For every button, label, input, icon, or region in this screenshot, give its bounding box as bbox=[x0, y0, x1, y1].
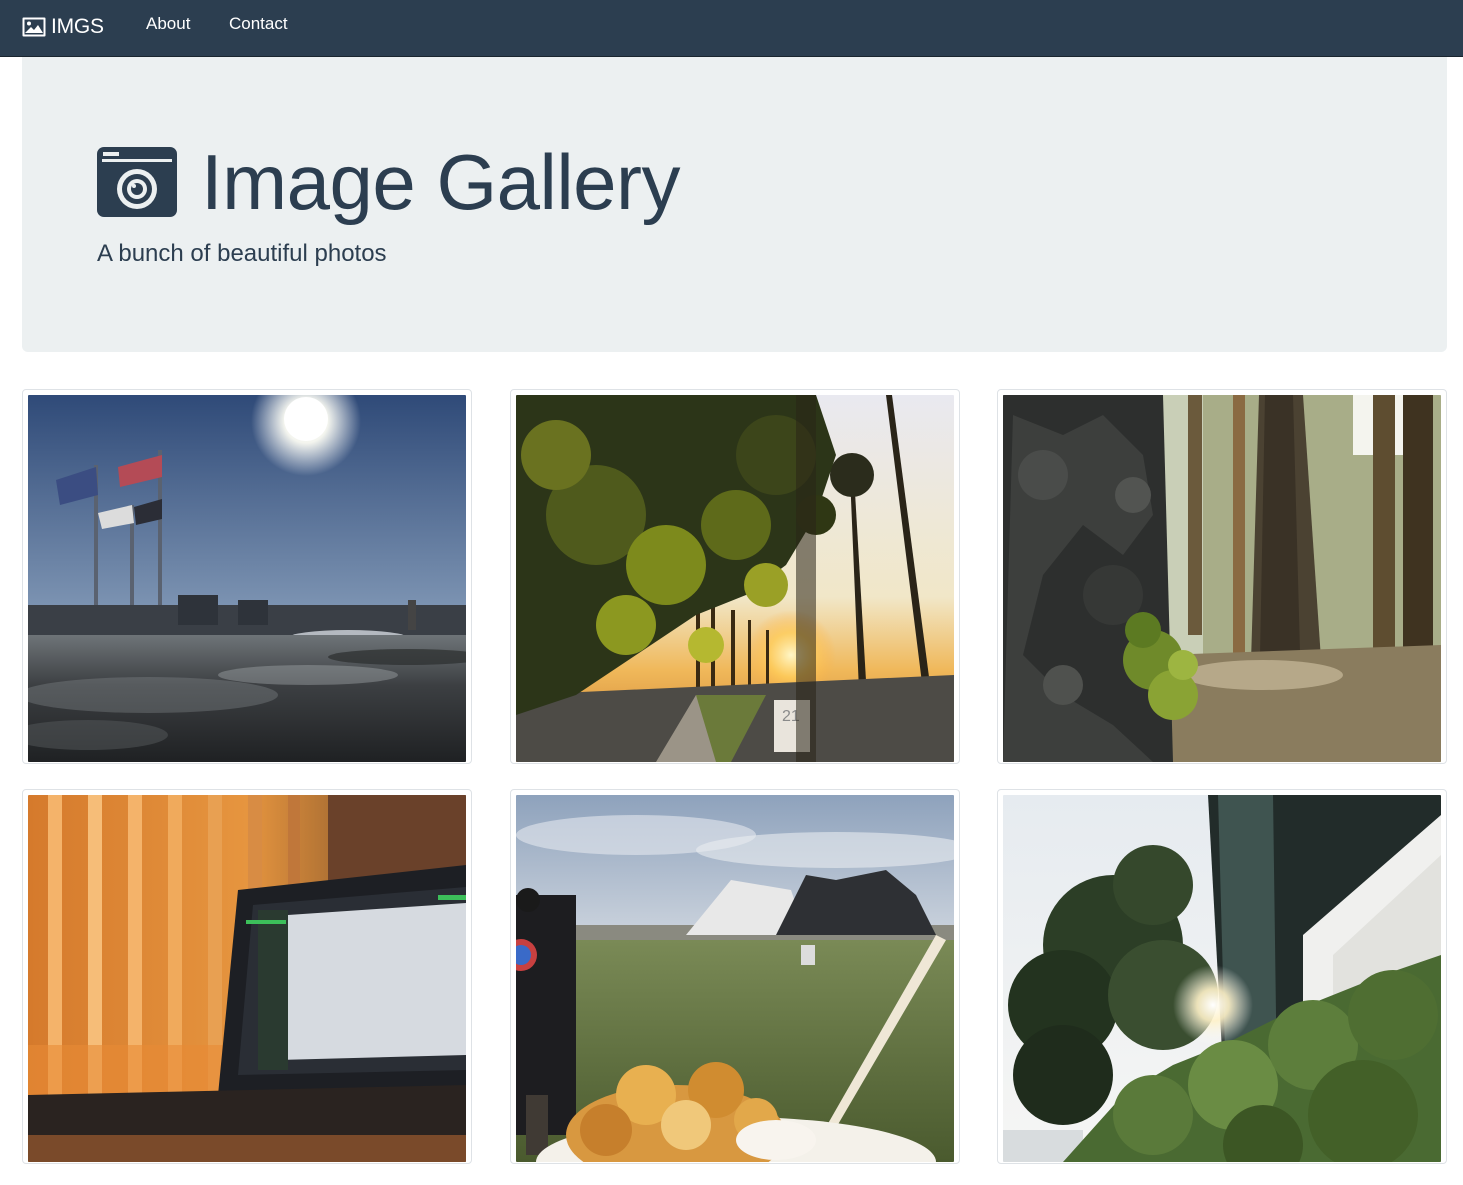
brand-link[interactable]: IMGS bbox=[22, 13, 104, 41]
gallery-thumbnail-2[interactable]: 21 bbox=[510, 389, 960, 764]
page-title: Image Gallery bbox=[97, 137, 681, 227]
gallery-thumbnail-6[interactable] bbox=[997, 789, 1447, 1164]
page-title-text: Image Gallery bbox=[201, 138, 681, 226]
gallery-photo-6 bbox=[1003, 795, 1441, 1162]
page-subtitle: A bunch of beautiful photos bbox=[97, 240, 387, 267]
nav-link-about[interactable]: About bbox=[146, 14, 190, 34]
photo-tree-sun-shrub bbox=[1003, 795, 1441, 1162]
image-icon bbox=[22, 17, 46, 37]
gallery-thumbnail-3[interactable] bbox=[997, 389, 1447, 764]
camera-icon bbox=[97, 147, 177, 217]
brand-text: IMGS bbox=[51, 15, 104, 38]
gallery-thumbnail-4[interactable] bbox=[22, 789, 472, 1164]
gallery-photo-1 bbox=[28, 395, 466, 762]
photo-park-dessert bbox=[516, 795, 954, 1162]
gallery-photo-4 bbox=[28, 795, 466, 1162]
photo-flags-waterfront bbox=[28, 395, 466, 762]
photo-palm-sunset-street: 21 bbox=[516, 395, 954, 762]
jumbotron: Image Gallery A bunch of beautiful photo… bbox=[22, 57, 1447, 352]
gallery-photo-5 bbox=[516, 795, 954, 1162]
gallery-photo-2: 21 bbox=[516, 395, 954, 762]
photo-moss-tree-bark bbox=[1003, 395, 1441, 762]
navbar: IMGS About Contact bbox=[0, 0, 1463, 57]
gallery-thumbnail-1[interactable] bbox=[22, 389, 472, 764]
gallery-thumbnail-5[interactable] bbox=[510, 789, 960, 1164]
nav-link-contact[interactable]: Contact bbox=[229, 14, 288, 34]
gallery-photo-3 bbox=[1003, 395, 1441, 762]
photo-laptop-blinds bbox=[28, 795, 466, 1162]
